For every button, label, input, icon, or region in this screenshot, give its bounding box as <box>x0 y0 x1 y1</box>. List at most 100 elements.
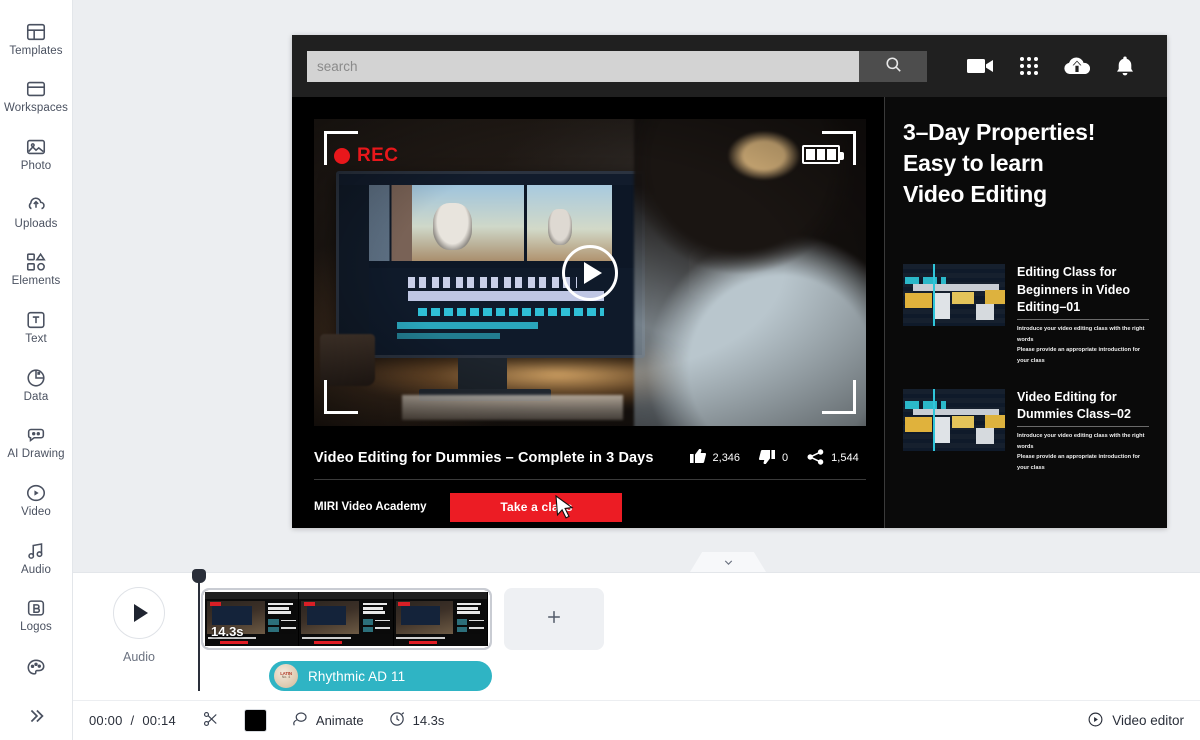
headline-line: Easy to learn <box>903 149 1044 176</box>
bell-icon[interactable] <box>1111 52 1139 80</box>
sidebar-item-label: Templates <box>9 44 63 57</box>
class-card-title: Video Editing for Dummies Class–02 <box>1017 389 1131 421</box>
collapse-timeline-button[interactable] <box>690 552 766 572</box>
sidebar-item-label: Workspaces <box>3 102 69 115</box>
video-play-button[interactable] <box>562 244 618 301</box>
take-a-class-button[interactable]: Take a class <box>450 492 623 522</box>
audio-track-clip[interactable]: LATIN No. 4 Rhythmic AD 11 <box>269 661 492 691</box>
class-card-title: Editing Class for Beginners in Video Edi… <box>1017 265 1130 314</box>
divider <box>1017 319 1149 321</box>
timeline-tracks: Audio 14.3s LATIN No. 4 Rhythmic AD 11 <box>73 569 1200 701</box>
canvas-topbar <box>292 35 1167 97</box>
sidebar-item-logos[interactable]: Logos <box>0 587 73 645</box>
album-art-icon: LATIN No. 4 <box>274 664 298 688</box>
time-separator: / <box>130 713 135 728</box>
double-chevron-right-icon <box>25 705 47 727</box>
class-card-subtitle: Introduce your video editing class with … <box>1017 326 1145 343</box>
video-editor-button[interactable]: Video editor <box>1087 711 1184 731</box>
class-card-list: Editing Class for Beginners in Video Edi… <box>903 264 1149 473</box>
sidebar-item-label: Data <box>23 390 49 403</box>
plus-icon <box>544 607 564 632</box>
duration-label: 14.3s <box>412 713 445 728</box>
sidebar-item-audio[interactable]: Audio <box>0 529 73 587</box>
video-clip[interactable]: 14.3s <box>201 588 492 650</box>
video-title: Video Editing for Dummies – Complete in … <box>314 450 654 466</box>
sidebar-item-palette[interactable] <box>0 645 73 693</box>
headline: 3–Day Properties! Easy to learn Video Ed… <box>903 117 1149 209</box>
scissors-icon <box>202 710 220 731</box>
logos-icon <box>25 597 47 619</box>
split-button[interactable] <box>202 710 220 731</box>
dislike-stat[interactable]: 0 <box>759 449 788 467</box>
sidebar-item-label: Elements <box>11 275 61 288</box>
animate-label: Animate <box>315 713 364 728</box>
sidebar-item-text[interactable]: Text <box>0 298 73 356</box>
sidebar-item-ai-drawing[interactable]: AI Drawing <box>0 414 73 472</box>
workspaces-icon <box>25 78 47 100</box>
apps-grid-icon[interactable] <box>1015 52 1043 80</box>
add-clip-button[interactable] <box>504 588 604 650</box>
templates-icon <box>25 21 47 43</box>
animate-button[interactable]: Animate <box>291 710 364 731</box>
sidebar-item-templates[interactable]: Templates <box>0 10 73 68</box>
class-card-subtitle: Introduce your video editing class with … <box>1017 433 1145 450</box>
search-input[interactable] <box>307 50 859 82</box>
clip-frame <box>393 592 488 646</box>
sidebar-item-photo[interactable]: Photo <box>0 125 73 183</box>
clip-thumbnail-strip <box>205 592 488 646</box>
timeline-playhead[interactable] <box>192 569 206 691</box>
audio-track-name: Rhythmic AD 11 <box>308 668 406 684</box>
play-icon <box>133 604 148 622</box>
color-swatch-button[interactable] <box>243 709 267 732</box>
promo-panel: 3–Day Properties! Easy to learn Video Ed… <box>884 97 1167 528</box>
share-icon <box>807 448 824 468</box>
class-card[interactable]: Editing Class for Beginners in Video Edi… <box>903 264 1149 366</box>
video-canvas[interactable]: REC Video Editing for Dummies – Complete… <box>292 35 1167 528</box>
sidebar-item-label: Logos <box>20 621 52 634</box>
uploads-icon <box>25 194 47 216</box>
clock-icon <box>388 710 406 731</box>
video-thumbnail-frame[interactable]: REC <box>314 119 866 426</box>
editor-stage: REC Video Editing for Dummies – Complete… <box>73 0 1200 572</box>
rec-indicator: REC <box>334 145 398 167</box>
sidebar-item-elements[interactable]: Elements <box>0 241 73 299</box>
video-icon <box>25 482 47 504</box>
record-dot-icon <box>334 148 350 164</box>
thumbs-up-icon <box>689 449 706 467</box>
like-stat[interactable]: 2,346 <box>689 449 741 467</box>
sidebar-item-uploads[interactable]: Uploads <box>0 183 73 241</box>
viewfinder-corner <box>324 380 358 414</box>
upload-cloud-icon[interactable] <box>1063 52 1091 80</box>
share-stat[interactable]: 1,544 <box>807 448 859 468</box>
audio-icon <box>25 540 47 562</box>
battery-icon <box>802 145 844 164</box>
search-button[interactable] <box>859 50 927 82</box>
channel-row: MIRI Video Academy Take a class <box>314 492 866 522</box>
sidebar-item-label: Audio <box>21 563 51 576</box>
video-editor-label: Video editor <box>1112 713 1184 728</box>
total-time: 00:14 <box>142 713 176 728</box>
timeline-play-button[interactable]: Audio <box>101 587 177 664</box>
duration-button[interactable]: 14.3s <box>388 710 445 731</box>
class-card[interactable]: Video Editing for Dummies Class–02 Intro… <box>903 388 1149 474</box>
palette-icon <box>25 657 47 679</box>
clip-duration-label: 14.3s <box>211 624 244 639</box>
sidebar-item-data[interactable]: Data <box>0 356 73 414</box>
class-card-subtitle: Please provide an appropriate introducti… <box>1017 347 1141 365</box>
like-count: 2,346 <box>712 452 741 464</box>
play-icon <box>583 261 602 284</box>
rec-label: REC <box>357 145 399 166</box>
clip-frame <box>299 592 394 646</box>
headline-line: Video Editing <box>903 180 1047 207</box>
sidebar-item-label: Text <box>25 333 47 346</box>
sidebar-expand-button[interactable] <box>0 692 73 740</box>
sidebar-item-video[interactable]: Video <box>0 472 73 530</box>
play-circle <box>113 587 165 639</box>
video-camera-icon[interactable] <box>967 52 995 80</box>
sidebar-item-label: Video <box>21 506 51 519</box>
sidebar-item-label: AI Drawing <box>7 448 65 461</box>
elements-icon <box>25 251 47 273</box>
divider <box>1017 426 1149 428</box>
sidebar-item-workspaces[interactable]: Workspaces <box>0 68 73 126</box>
play-circle-icon <box>1087 711 1104 731</box>
